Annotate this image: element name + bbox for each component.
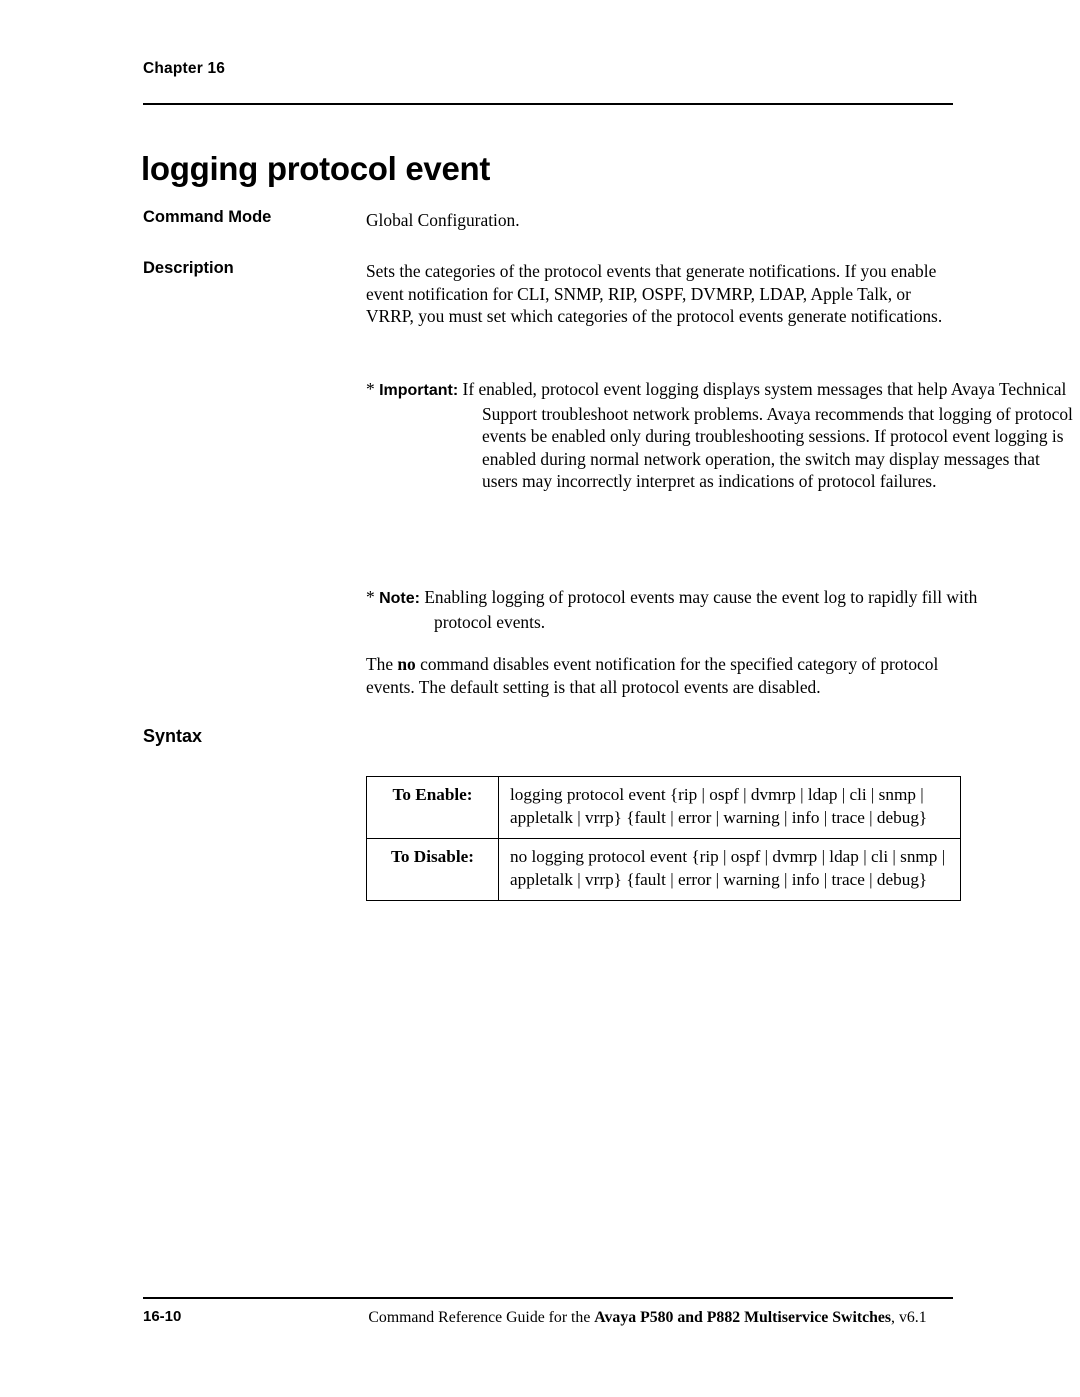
description-text: Sets the categories of the protocol even…: [366, 261, 943, 327]
important-note: * Important: If enabled, protocol event …: [366, 378, 1077, 493]
syntax-value-enable: logging protocol event {rip | ospf | dvm…: [498, 776, 961, 839]
note-star: *: [366, 587, 375, 607]
syntax-value-disable: no logging protocol event {rip | ospf | …: [498, 838, 961, 901]
note-heading: Note:: [379, 590, 420, 607]
syntax-key-enable: To Enable:: [366, 776, 499, 839]
command-mode-value: Global Configuration.: [366, 210, 520, 230]
important-text: If enabled, protocol event logging displ…: [462, 379, 1073, 492]
important-star: *: [366, 379, 375, 399]
footer-page-number: 16-10: [143, 1308, 182, 1325]
no-command-paragraph: The no command disables event notificati…: [366, 653, 961, 698]
footer-text: Command Reference Guide for the Avaya P5…: [340, 1309, 955, 1327]
chapter-label: Chapter 16: [143, 60, 226, 77]
document-page: Chapter 16 logging protocol event Comman…: [0, 0, 1080, 1397]
no-command-prefix: The: [366, 654, 398, 674]
syntax-key-disable: To Disable:: [366, 838, 499, 901]
footer-text-suffix: , v6.1: [891, 1309, 927, 1326]
table-row: To Enable: logging protocol event {rip |…: [366, 776, 961, 839]
no-keyword: no: [397, 654, 416, 674]
footer-text-prefix: Command Reference Guide for the: [368, 1309, 595, 1326]
label-syntax: Syntax: [143, 726, 203, 746]
page-title: logging protocol event: [141, 150, 491, 188]
table-row: To Disable: no logging protocol event {r…: [366, 838, 961, 901]
no-command-suffix: command disables event notification for …: [366, 654, 939, 697]
important-heading: Important:: [379, 382, 459, 399]
note-block: * Note: Enabling logging of protocol eve…: [366, 586, 1029, 633]
label-command-mode: Command Mode: [143, 208, 272, 226]
footer-rule: [143, 1297, 953, 1299]
header-rule: [143, 103, 953, 105]
syntax-table: To Enable: logging protocol event {rip |…: [366, 776, 961, 901]
footer-text-bold: Avaya P580 and P882 Multiservice Switche…: [594, 1309, 892, 1326]
label-description: Description: [143, 259, 234, 277]
note-text: Enabling logging of protocol events may …: [424, 587, 978, 632]
